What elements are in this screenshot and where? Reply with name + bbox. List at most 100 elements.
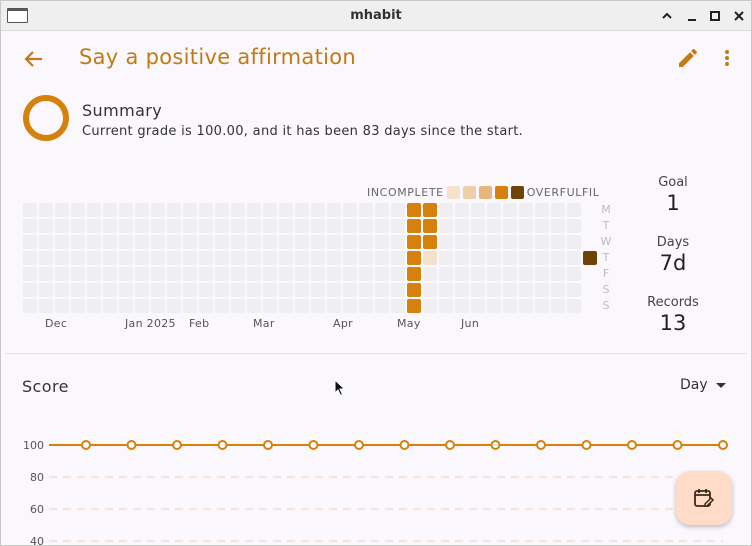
heatmap-cell xyxy=(503,267,517,281)
heatmap-cell xyxy=(87,283,101,297)
heatmap-cell xyxy=(199,219,213,233)
heatmap-cell xyxy=(375,235,389,249)
heatmap-cell xyxy=(135,283,149,297)
heatmap-cell xyxy=(423,267,437,281)
heatmap-cell xyxy=(487,219,501,233)
heatmap-cell xyxy=(103,235,117,249)
day-label: M xyxy=(601,203,611,216)
heatmap-cell xyxy=(567,283,581,297)
heatmap-cell xyxy=(471,283,485,297)
page-title: Say a positive affirmation xyxy=(79,45,356,69)
heatmap-cell xyxy=(519,299,533,313)
heatmap-cell-filled[interactable] xyxy=(583,251,597,265)
heatmap-cell xyxy=(71,267,85,281)
heatmap-cell xyxy=(263,219,277,233)
day-label: W xyxy=(600,235,612,248)
period-dropdown[interactable]: Day xyxy=(680,377,726,393)
heatmap-cell xyxy=(327,235,341,249)
heatmap-cell xyxy=(551,251,565,265)
window-title: mhabit xyxy=(350,8,402,23)
more-vert-icon[interactable] xyxy=(719,46,735,70)
heatmap-cell xyxy=(87,251,101,265)
close-icon[interactable] xyxy=(731,8,747,24)
heatmap-cell xyxy=(71,299,85,313)
heatmap-cell xyxy=(471,267,485,281)
heatmap-cell xyxy=(263,283,277,297)
heatmap-cell xyxy=(103,299,117,313)
day-label: S xyxy=(602,283,610,296)
heatmap-cell xyxy=(439,299,453,313)
heatmap-cell xyxy=(343,299,357,313)
heatmap-cell-filled[interactable] xyxy=(407,203,421,217)
heatmap-cell xyxy=(183,267,197,281)
heatmap-cell-filled[interactable] xyxy=(423,235,437,249)
heatmap-cell xyxy=(279,283,293,297)
heatmap-cell xyxy=(359,267,373,281)
heatmap-cell xyxy=(487,235,501,249)
heatmap-cell xyxy=(87,235,101,249)
score-point xyxy=(490,440,501,450)
heatmap-cell xyxy=(439,235,453,249)
heatmap-cell xyxy=(167,283,181,297)
heatmap-cell-filled[interactable] xyxy=(423,219,437,233)
calendar-edit-button[interactable] xyxy=(676,471,732,525)
heatmap-cell xyxy=(375,219,389,233)
heatmap-cell xyxy=(471,235,485,249)
heatmap-cell-filled[interactable] xyxy=(407,267,421,281)
heatmap-cell xyxy=(439,203,453,217)
heatmap-cell xyxy=(23,251,37,265)
heatmap-cell xyxy=(199,283,213,297)
maximize-icon[interactable] xyxy=(707,8,723,24)
heatmap-cell xyxy=(359,299,373,313)
edit-pencil-icon[interactable] xyxy=(676,46,700,70)
heatmap-cell xyxy=(519,251,533,265)
heatmap-cell-filled[interactable] xyxy=(407,251,421,265)
goal-label: Goal xyxy=(658,175,688,190)
y-tick-label: 80 xyxy=(30,471,44,484)
heatmap-cell xyxy=(327,267,341,281)
heatmap-cell xyxy=(503,235,517,249)
heatmap-cell xyxy=(151,283,165,297)
legend-swatch xyxy=(462,185,476,199)
heatmap-cell xyxy=(135,299,149,313)
heatmap-cell xyxy=(327,219,341,233)
heatmap-cell xyxy=(23,299,37,313)
heatmap-cell xyxy=(23,219,37,233)
heatmap-cell xyxy=(519,203,533,217)
calendar-edit-icon xyxy=(694,489,715,507)
minimize-icon[interactable] xyxy=(684,8,700,24)
mouse-cursor-icon xyxy=(334,378,346,397)
score-point xyxy=(308,440,319,450)
heatmap-cell xyxy=(391,235,405,249)
heatmap-cell xyxy=(135,235,149,249)
heatmap-cell xyxy=(471,251,485,265)
heatmap-cell xyxy=(535,235,549,249)
heatmap-cell-filled[interactable] xyxy=(423,251,437,265)
heatmap-cell-filled[interactable] xyxy=(423,203,437,217)
y-tick-label: 100 xyxy=(23,439,44,452)
heatmap-cell xyxy=(55,251,69,265)
back-arrow-icon[interactable] xyxy=(21,46,47,72)
day-label: F xyxy=(602,267,610,280)
heatmap-cell xyxy=(39,235,53,249)
heatmap-cell-filled[interactable] xyxy=(407,219,421,233)
heatmap-cell xyxy=(311,299,325,313)
heatmap-cell xyxy=(455,299,469,313)
collapse-icon[interactable] xyxy=(659,8,675,24)
heatmap-cell-filled[interactable] xyxy=(407,299,421,313)
heatmap-cell xyxy=(343,283,357,297)
heatmap-cell-filled[interactable] xyxy=(407,283,421,297)
heatmap-cell xyxy=(295,283,309,297)
heatmap-cell-filled[interactable] xyxy=(407,235,421,249)
heatmap-cell xyxy=(119,219,133,233)
heatmap-cell xyxy=(247,267,261,281)
month-label: Feb xyxy=(189,317,210,330)
legend-incomplete-label: INCOMPLETE xyxy=(367,185,444,199)
heatmap-cell xyxy=(343,203,357,217)
heatmap-cell xyxy=(391,267,405,281)
heatmap-cell xyxy=(503,283,517,297)
heatmap-cell xyxy=(151,203,165,217)
heatmap-cell xyxy=(311,203,325,217)
heatmap-cell xyxy=(151,219,165,233)
heatmap-cell xyxy=(423,283,437,297)
